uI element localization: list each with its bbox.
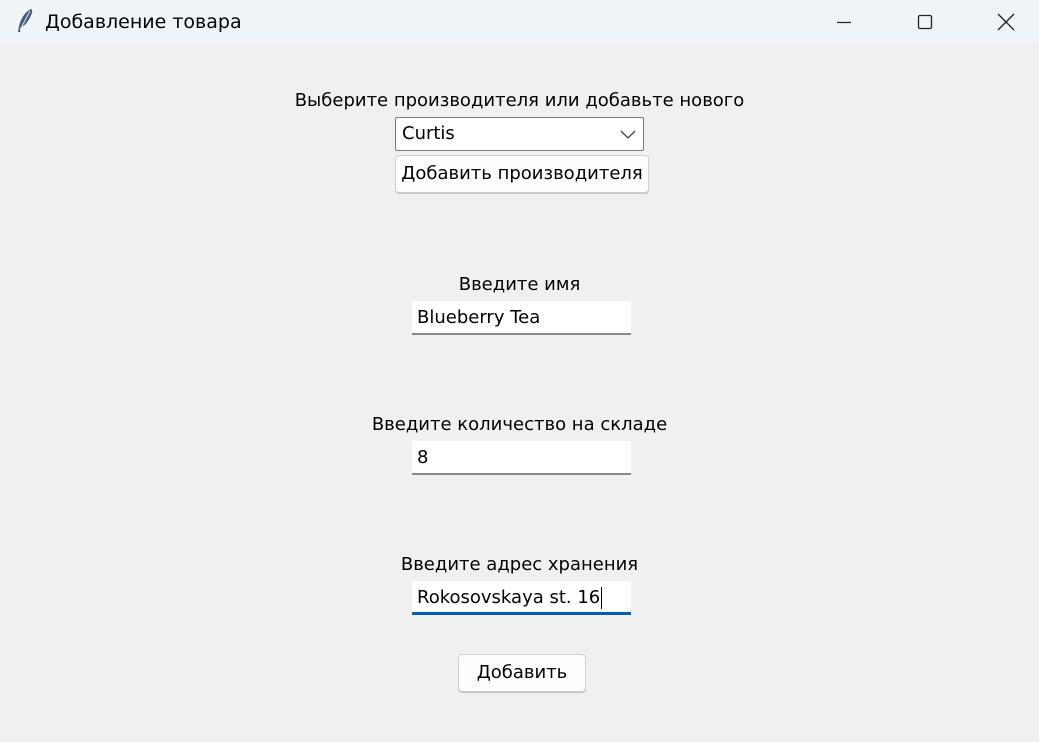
address-input-value: Rokosovskaya st. 16 — [417, 587, 601, 608]
manufacturer-selected-value: Curtis — [402, 123, 455, 144]
add-button[interactable]: Добавить — [458, 654, 586, 692]
quantity-input[interactable]: 8 — [412, 441, 631, 475]
address-input[interactable]: Rokosovskaya st. 16 — [412, 581, 631, 615]
address-label: Введите адрес хранения — [400, 554, 639, 575]
name-label: Введите имя — [458, 274, 581, 295]
quantity-label: Введите количество на складе — [371, 414, 668, 435]
add-manufacturer-button[interactable]: Добавить производителя — [395, 155, 649, 193]
window-title: Добавление товара — [45, 11, 242, 33]
chevron-down-icon[interactable] — [620, 128, 636, 140]
title-bar[interactable]: Добавление товара — [0, 0, 1039, 44]
text-caret — [601, 587, 603, 609]
quantity-input-value: 8 — [417, 447, 429, 468]
close-button[interactable] — [983, 0, 1029, 44]
feather-icon — [18, 9, 33, 32]
add-product-window: Добавление товара Выберите производителя… — [0, 0, 1039, 742]
manufacturer-combobox[interactable]: Curtis — [395, 117, 644, 151]
maximize-icon — [917, 14, 933, 30]
manufacturer-label: Выберите производителя или добавьте ново… — [294, 90, 745, 111]
name-input-value: Blueberry Tea — [417, 307, 541, 328]
maximize-button[interactable] — [902, 0, 948, 44]
name-input[interactable]: Blueberry Tea — [412, 301, 631, 335]
close-icon — [997, 13, 1015, 31]
minimize-button[interactable] — [821, 0, 867, 44]
minimize-icon — [837, 21, 851, 24]
